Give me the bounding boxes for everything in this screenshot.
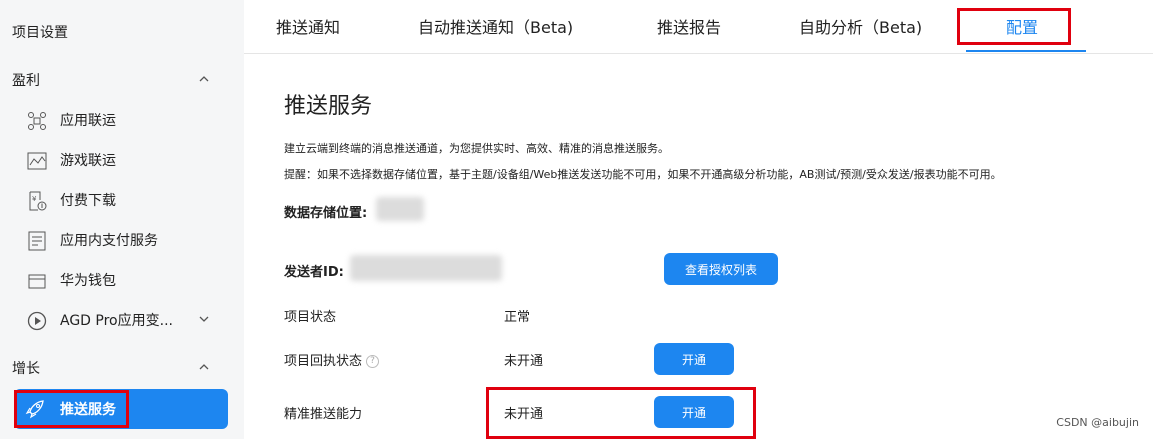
tab-push-report[interactable]: 推送报告 [657, 0, 721, 54]
sender-id-redacted [350, 255, 502, 281]
reminder-text: 提醒：如果不选择数据存储位置，基于主题/设备组/Web推送发送功能不可用，如果不… [284, 168, 1002, 181]
project-status-value: 正常 [504, 310, 531, 325]
project-status-label: 项目状态 [284, 310, 337, 325]
chevron-up-icon [199, 364, 209, 370]
tab-auto-push[interactable]: 自动推送通知（Beta) [418, 0, 573, 54]
game-joint-icon [27, 152, 47, 170]
sidebar-group-growth[interactable]: 增长 [0, 348, 244, 388]
svg-text:¥: ¥ [32, 195, 37, 203]
precise-push-value: 未开通 [504, 407, 544, 422]
tab-push-notification[interactable]: 推送通知 [276, 0, 340, 54]
group-monetize-label: 盈利 [12, 73, 40, 89]
sidebar-item-wallet[interactable]: 华为钱包 [0, 260, 244, 300]
chevron-down-icon [199, 316, 209, 322]
rocket-icon [25, 400, 44, 419]
sidebar-item-agd-pro[interactable]: AGD Pro应用变... [0, 300, 244, 340]
sidebar-item-game-joint[interactable]: 游戏联运 [0, 140, 244, 180]
enable-receipt-button[interactable]: 开通 [654, 343, 734, 375]
chevron-up-icon [199, 76, 209, 82]
view-auth-list-button[interactable]: 查看授权列表 [664, 253, 778, 285]
sidebar-item-paid-download[interactable]: ¥ 付费下载 [0, 180, 244, 220]
active-tab-indicator [966, 50, 1086, 52]
sidebar-project-settings[interactable]: 项目设置 [0, 12, 244, 52]
precise-push-label: 精准推送能力 [284, 407, 363, 422]
sidebar-item-label: 游戏联运 [60, 153, 116, 169]
sidebar-item-label: 付费下载 [60, 193, 116, 209]
sidebar-item-label: 应用联运 [60, 113, 116, 129]
description-text: 建立云端到终端的消息推送通道，为您提供实时、高效、精准的消息推送服务。 [284, 142, 669, 155]
storage-location-redacted [376, 197, 424, 221]
sidebar-item-label: AGD Pro应用变... [60, 313, 173, 329]
tab-bar: 推送通知 自动推送通知（Beta) 推送报告 自助分析（Beta) 配置 [244, 0, 1153, 54]
sidebar-item-app-joint[interactable]: 应用联运 [0, 100, 244, 140]
sidebar-item-push-service[interactable]: 推送服务 [14, 389, 228, 429]
page-title: 推送服务 [284, 94, 373, 119]
receipt-status-label: 项目回执状态 [284, 354, 363, 369]
play-circle-icon [27, 311, 47, 331]
receipt-status-value: 未开通 [504, 354, 544, 369]
app-joint-icon [28, 112, 46, 130]
in-app-payment-icon [28, 231, 46, 251]
receipt-status-row: 项目回执状态? [284, 350, 380, 369]
tab-self-analysis[interactable]: 自助分析（Beta) [799, 0, 922, 54]
sidebar-item-label: 推送服务 [60, 402, 116, 418]
group-growth-label: 增长 [12, 361, 40, 377]
sidebar-item-in-app-payment[interactable]: 应用内支付服务 [0, 220, 244, 260]
help-icon[interactable]: ? [366, 355, 380, 368]
watermark: CSDN @aibujin [1056, 416, 1139, 429]
paid-download-icon: ¥ [29, 191, 47, 211]
sender-id-label: 发送者ID: [284, 265, 344, 280]
tab-config[interactable]: 配置 [1006, 0, 1038, 54]
sidebar-group-monetize[interactable]: 盈利 [0, 60, 244, 100]
sidebar: 项目设置 盈利 应用联运 游戏联运 ¥ 付费下载 应用内支付服务 华为钱包 AG… [0, 0, 244, 439]
storage-location-label: 数据存储位置: [284, 206, 368, 221]
sidebar-item-label: 应用内支付服务 [60, 233, 158, 249]
wallet-icon [28, 274, 46, 289]
enable-precise-push-button[interactable]: 开通 [654, 396, 734, 428]
sidebar-item-label: 华为钱包 [60, 273, 116, 289]
project-settings-label: 项目设置 [12, 25, 68, 41]
